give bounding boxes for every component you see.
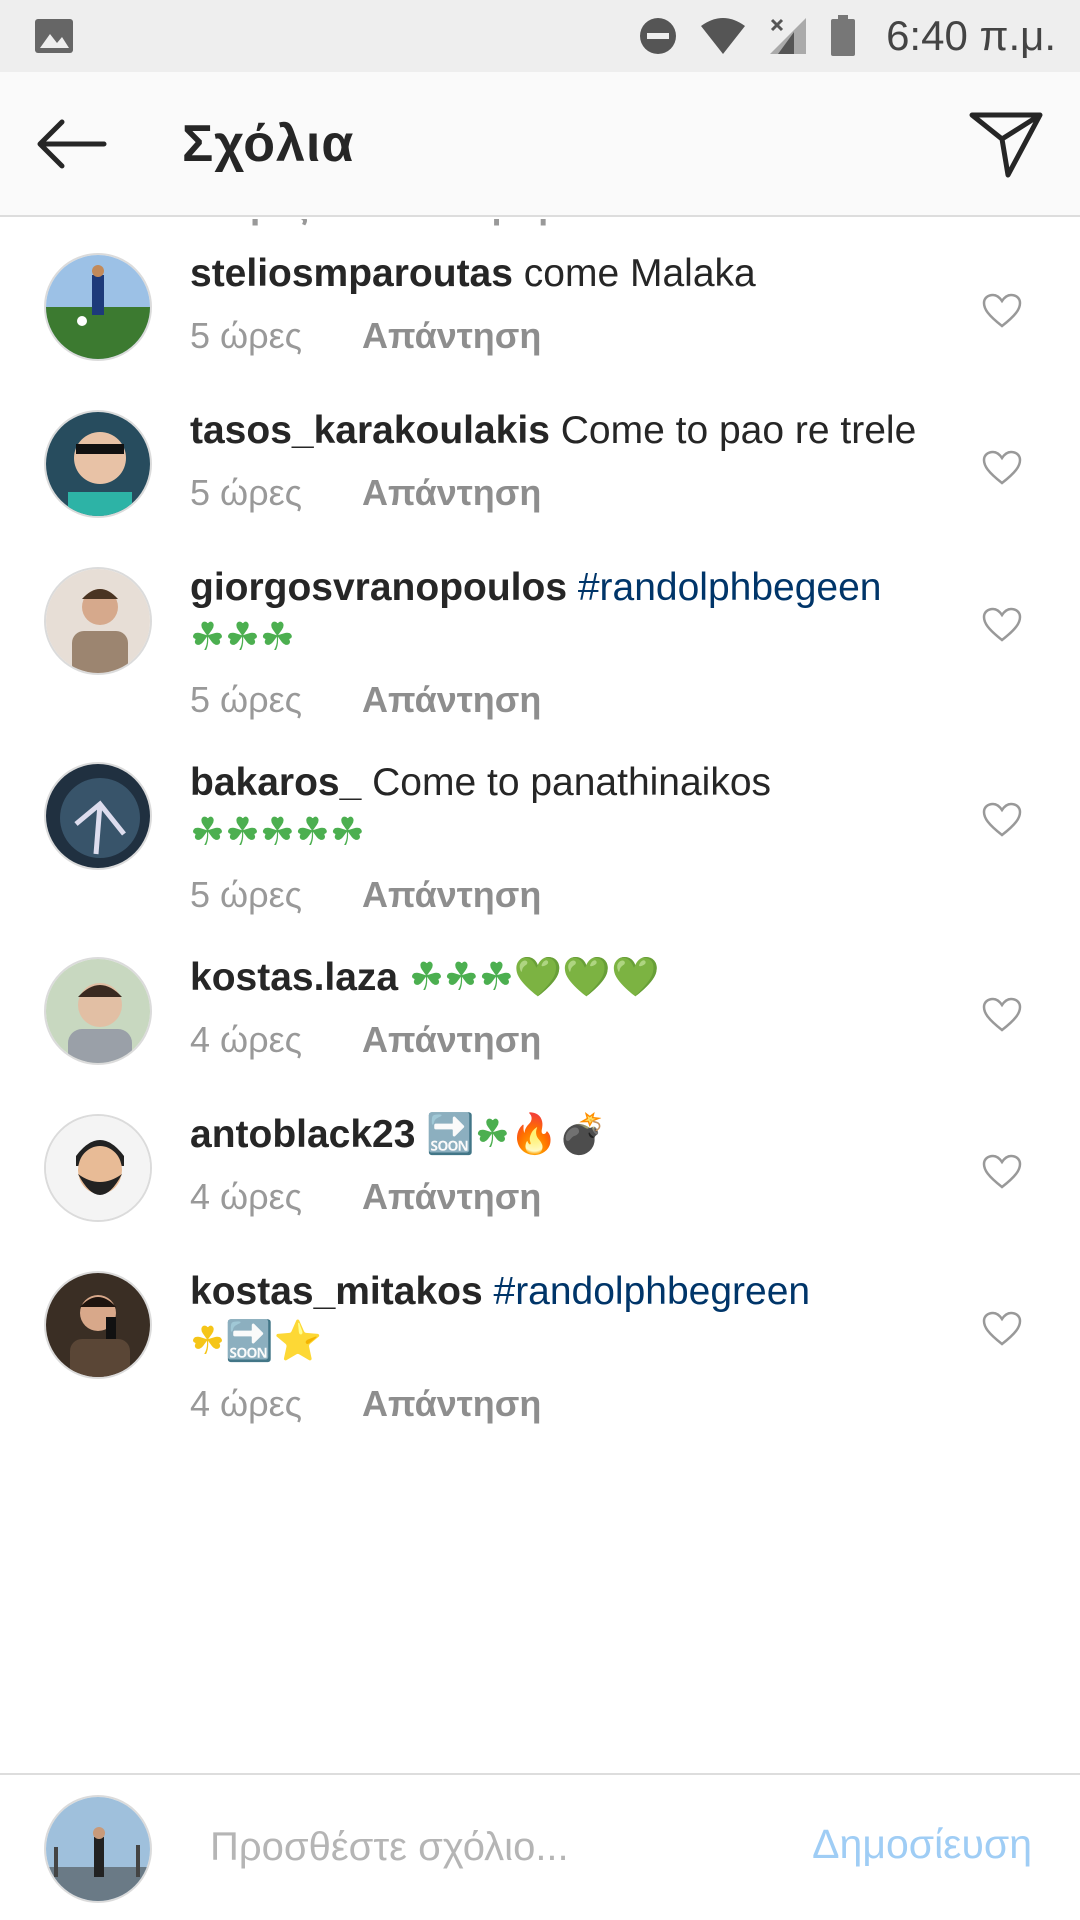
- like-heart-icon[interactable]: [982, 1154, 1022, 1190]
- username[interactable]: steliosmparoutas: [190, 252, 513, 295]
- comment-meta: 4 ώρες Απάντηση: [190, 1379, 950, 1429]
- username[interactable]: tasos_karakoulakis: [190, 409, 550, 452]
- comment-meta: 4 ώρες Απάντηση: [190, 1015, 950, 1065]
- comment-body: steliosmparoutas come Malaka 5 ώρες Απάν…: [190, 249, 950, 361]
- emoji-text: ☘☘☘☘☘: [190, 811, 365, 854]
- comment-time: 5 ώρες: [190, 219, 309, 227]
- reply-button[interactable]: Απάντηση: [362, 1015, 541, 1065]
- post-button[interactable]: Δημοσίευση: [812, 1821, 1032, 1868]
- comment-body: tasos_karakoulakis Come to pao re trele …: [190, 406, 950, 518]
- like-heart-icon[interactable]: [982, 607, 1022, 643]
- avatar[interactable]: [44, 957, 152, 1065]
- reply-button[interactable]: Απάντηση: [369, 219, 548, 227]
- avatar[interactable]: [44, 1271, 152, 1379]
- back-arrow-icon[interactable]: [32, 114, 112, 174]
- comment-meta: 5 ώρες Απάντηση: [190, 870, 950, 920]
- comment-input[interactable]: [210, 1817, 770, 1877]
- comment-text: Come to pao re trele: [549, 409, 917, 452]
- username[interactable]: giorgosvranopoulos: [190, 566, 567, 609]
- username[interactable]: antoblack23: [190, 1113, 415, 1156]
- username[interactable]: kostas_mitakos: [190, 1270, 483, 1313]
- emoji-text: ☘☘☘💚💚💚: [408, 956, 660, 999]
- comment-meta: 5 ώρες Απάντηση: [190, 675, 950, 725]
- comment-text: [567, 566, 578, 609]
- status-bar: 6:40 π.μ.: [0, 0, 1080, 72]
- comment-time: 5 ώρες: [190, 472, 303, 513]
- comment-time: 4 ώρες: [190, 1019, 303, 1060]
- avatar[interactable]: [44, 762, 152, 870]
- current-user-avatar: [44, 1795, 152, 1903]
- reply-button[interactable]: Απάντηση: [362, 1379, 541, 1429]
- comment-text: come Malaka: [512, 252, 756, 295]
- comment-body: kostas_mitakos #randolphbegreen ☘🔜⭐ 4 ώρ…: [190, 1267, 950, 1429]
- like-heart-icon[interactable]: [982, 293, 1022, 329]
- comment-body: giorgosvranopoulos #randolphbegeen ☘☘☘ 5…: [190, 563, 950, 725]
- comment-time: 5 ώρες: [190, 315, 303, 356]
- comment-meta: 5 ώρες Απάντηση: [190, 468, 950, 518]
- reply-button[interactable]: Απάντηση: [362, 468, 541, 518]
- comment-body: kostas.laza ☘☘☘💚💚💚 4 ώρες Απάντηση: [190, 953, 950, 1065]
- avatar[interactable]: [44, 567, 152, 675]
- reply-button[interactable]: Απάντηση: [362, 675, 541, 725]
- send-direct-icon[interactable]: [968, 109, 1044, 179]
- comment-text: [398, 956, 409, 999]
- emoji-text: 🔜☘🔥💣: [426, 1113, 607, 1156]
- comment-text: Come to panathinaikos: [361, 761, 772, 804]
- like-heart-icon[interactable]: [982, 450, 1022, 486]
- like-heart-icon[interactable]: [982, 1311, 1022, 1347]
- like-heart-icon[interactable]: [982, 802, 1022, 838]
- comment-time: 4 ώρες: [190, 1176, 303, 1217]
- reply-button[interactable]: Απάντηση: [362, 311, 541, 361]
- gallery-notification-icon: [35, 19, 73, 53]
- comment-text: [415, 1113, 426, 1156]
- comment-body: antoblack23 🔜☘🔥💣 4 ώρες Απάντηση: [190, 1110, 950, 1222]
- hashtag-link[interactable]: #randolphbegreen: [494, 1270, 811, 1313]
- comment-meta: 4 ώρες Απάντηση: [190, 1172, 950, 1222]
- comment-meta: 5 ώρες Απάντηση: [190, 311, 950, 361]
- avatar[interactable]: [44, 1114, 152, 1222]
- signal-icon: [770, 18, 807, 54]
- app-bar: Σχόλια: [0, 72, 1080, 217]
- reply-button[interactable]: Απάντηση: [362, 870, 541, 920]
- emoji-text: ☘🔜⭐: [190, 1320, 323, 1363]
- avatar[interactable]: [44, 410, 152, 518]
- partial-comment-meta: 5 ώρες Απάντηση: [190, 219, 548, 227]
- clock: 6:40 π.μ.: [886, 12, 1056, 59]
- do-not-disturb-icon: [640, 18, 677, 54]
- comment-composer: Δημοσίευση: [0, 1773, 1080, 1920]
- avatar[interactable]: [44, 253, 152, 361]
- emoji-text: ☘☘☘: [190, 616, 295, 659]
- wifi-icon: [701, 18, 746, 54]
- comment-time: 5 ώρες: [190, 874, 303, 915]
- username[interactable]: kostas.laza: [190, 956, 398, 999]
- like-heart-icon[interactable]: [982, 997, 1022, 1033]
- reply-button[interactable]: Απάντηση: [362, 1172, 541, 1222]
- comment-time: 4 ώρες: [190, 1383, 303, 1424]
- hashtag-link[interactable]: #randolphbegeen: [578, 566, 882, 609]
- comment-text: [483, 1270, 494, 1313]
- username[interactable]: bakaros_: [190, 761, 361, 804]
- comment-list[interactable]: 5 ώρες Απάντηση steliosmparoutas come Ma…: [0, 219, 1080, 1772]
- battery-icon: [831, 15, 856, 56]
- comment-time: 5 ώρες: [190, 679, 303, 720]
- page-title: Σχόλια: [182, 114, 355, 173]
- comment-body: bakaros_ Come to panathinaikos ☘☘☘☘☘ 5 ώ…: [190, 758, 950, 920]
